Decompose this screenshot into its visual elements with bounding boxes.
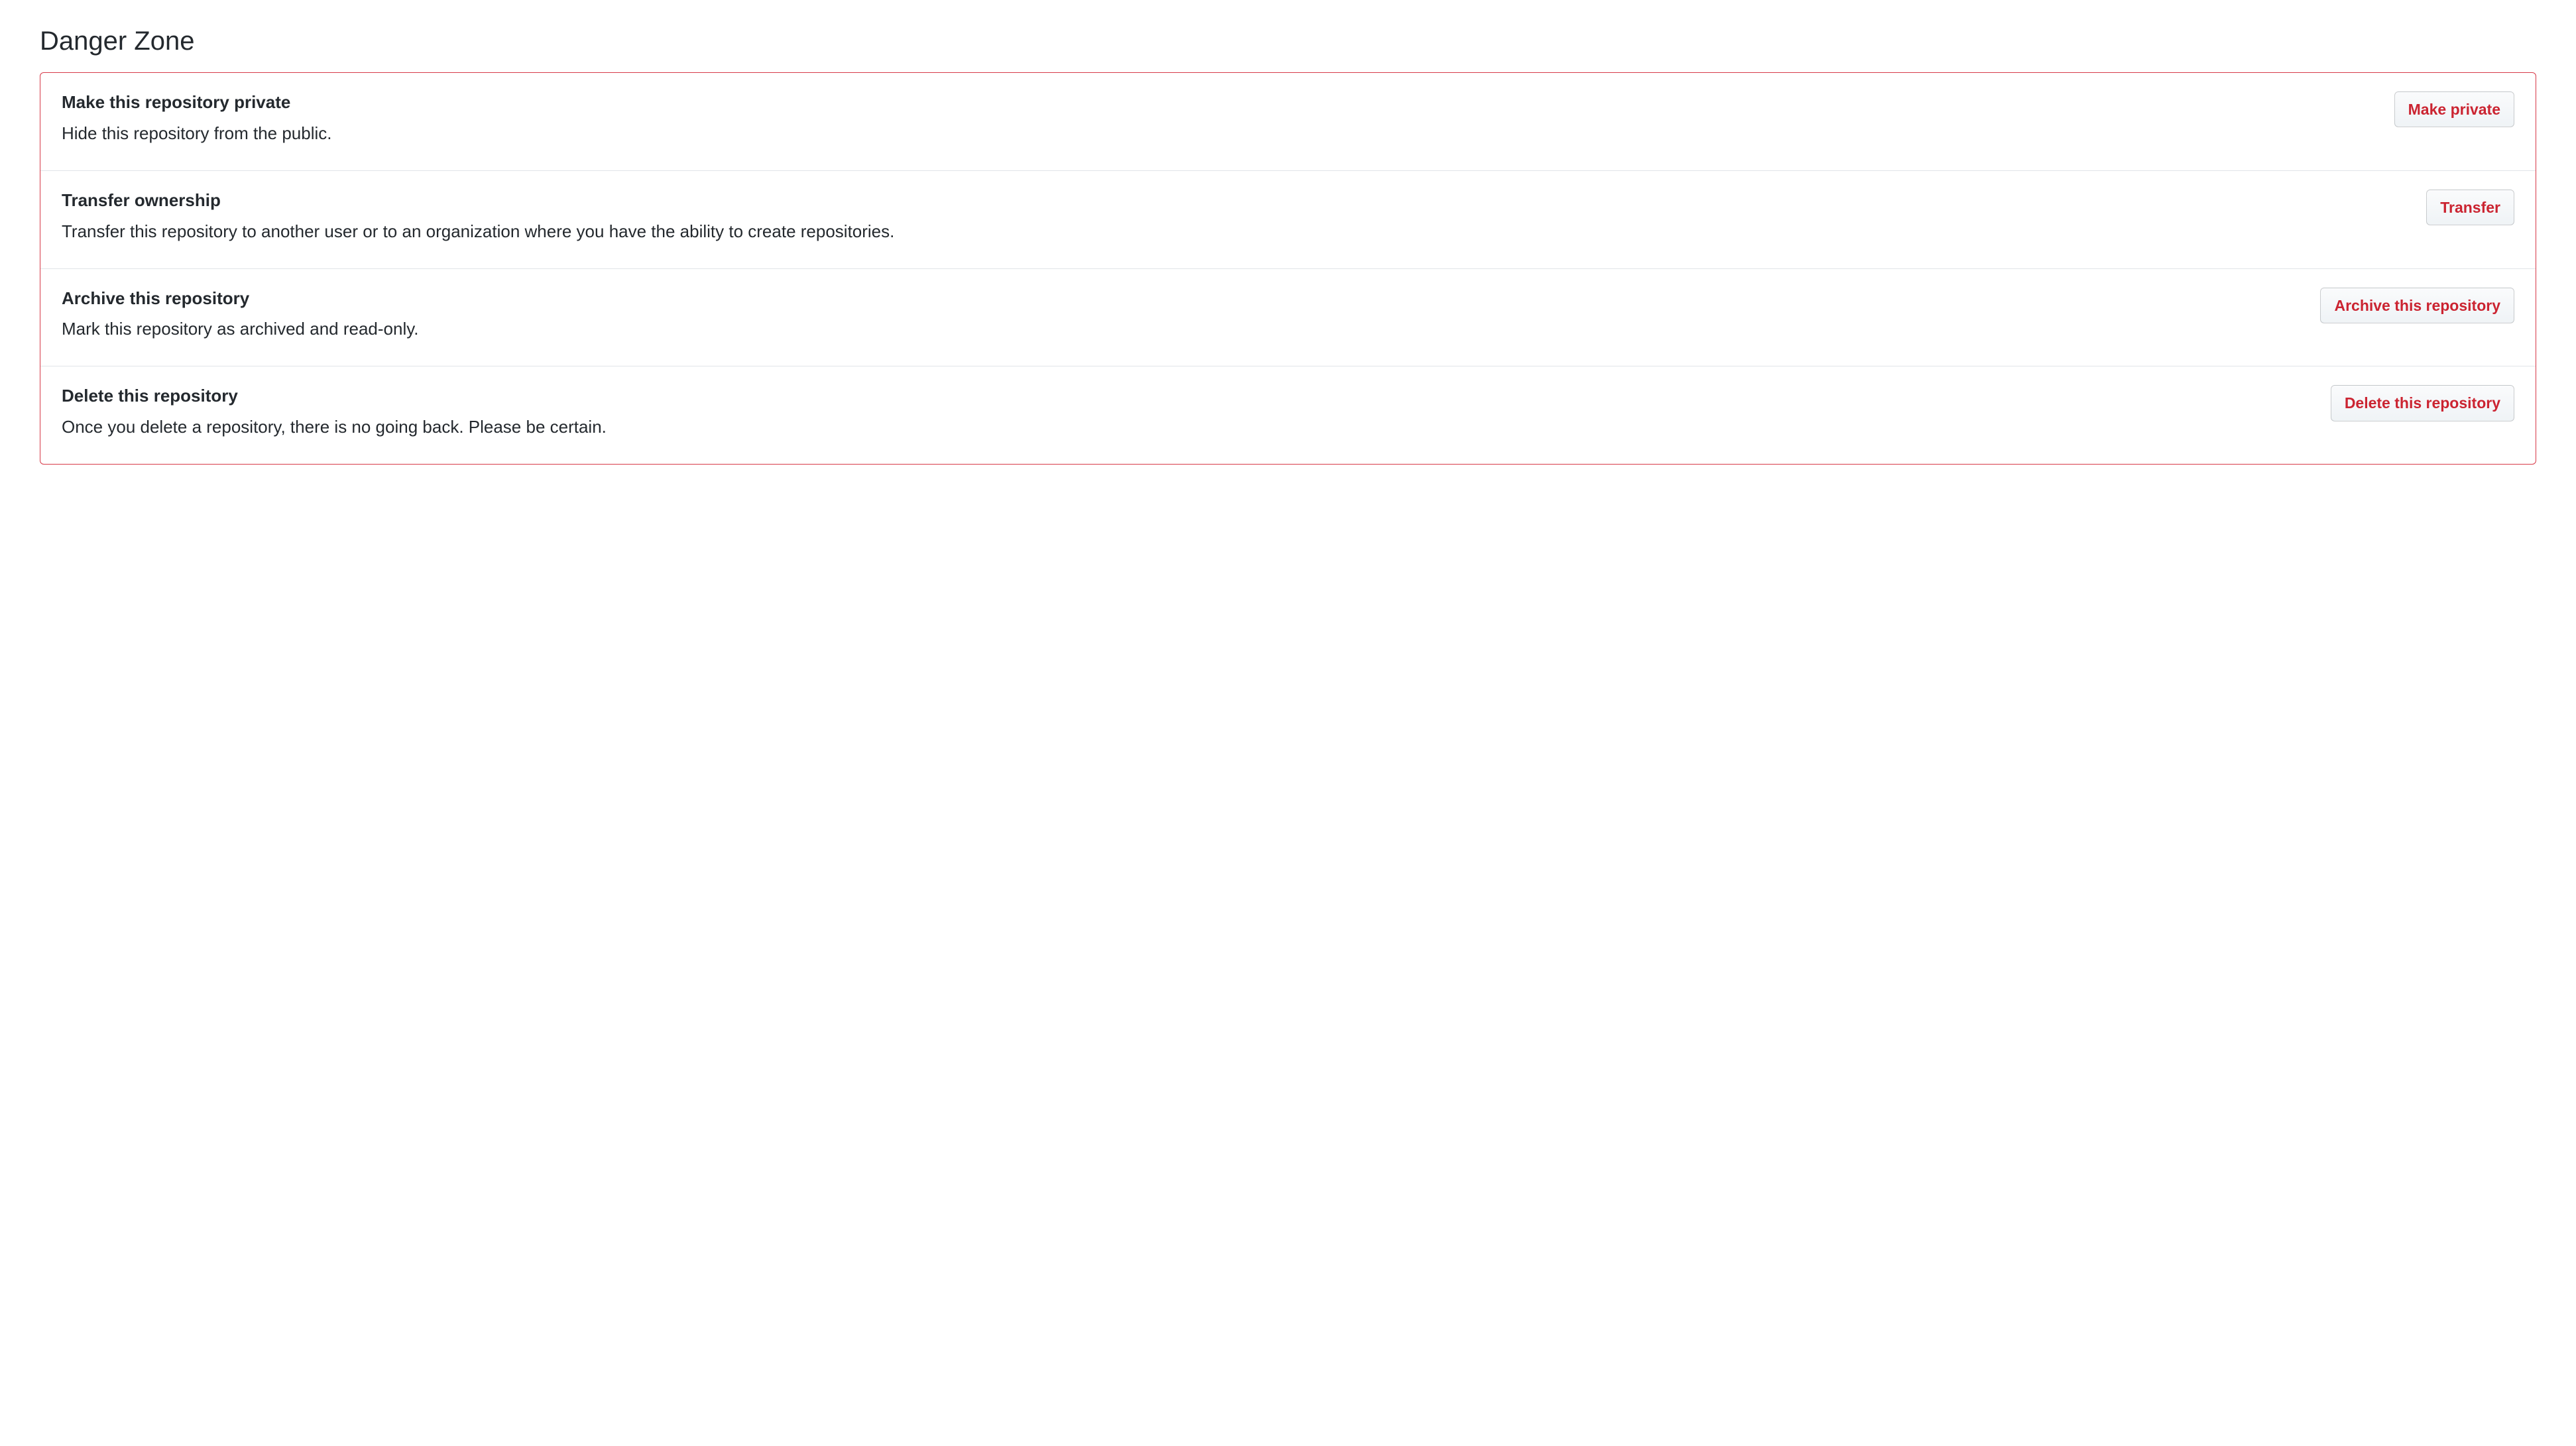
danger-text: Make this repository private Hide this r… (62, 91, 2394, 146)
danger-item-archive: Archive this repository Mark this reposi… (40, 269, 2536, 367)
danger-zone-heading: Danger Zone (40, 27, 2536, 56)
danger-item-title: Delete this repository (62, 385, 2315, 408)
danger-zone-box: Make this repository private Hide this r… (40, 72, 2536, 465)
danger-item-transfer: Transfer ownership Transfer this reposit… (40, 171, 2536, 269)
danger-item-title: Transfer ownership (62, 190, 2410, 212)
danger-item-delete: Delete this repository Once you delete a… (40, 366, 2536, 464)
danger-item-description: Hide this repository from the public. (62, 121, 2378, 146)
danger-item-description: Once you delete a repository, there is n… (62, 414, 2315, 440)
danger-item-title: Archive this repository (62, 288, 2304, 310)
danger-text: Archive this repository Mark this reposi… (62, 288, 2320, 343)
danger-item-title: Make this repository private (62, 91, 2378, 114)
danger-text: Delete this repository Once you delete a… (62, 385, 2331, 440)
delete-repository-button[interactable]: Delete this repository (2331, 385, 2514, 421)
archive-repository-button[interactable]: Archive this repository (2320, 288, 2514, 323)
danger-item-description: Mark this repository as archived and rea… (62, 316, 2304, 342)
make-private-button[interactable]: Make private (2394, 91, 2514, 127)
transfer-button[interactable]: Transfer (2426, 190, 2514, 225)
danger-item-make-private: Make this repository private Hide this r… (40, 73, 2536, 171)
danger-item-description: Transfer this repository to another user… (62, 219, 2410, 245)
danger-text: Transfer ownership Transfer this reposit… (62, 190, 2426, 245)
